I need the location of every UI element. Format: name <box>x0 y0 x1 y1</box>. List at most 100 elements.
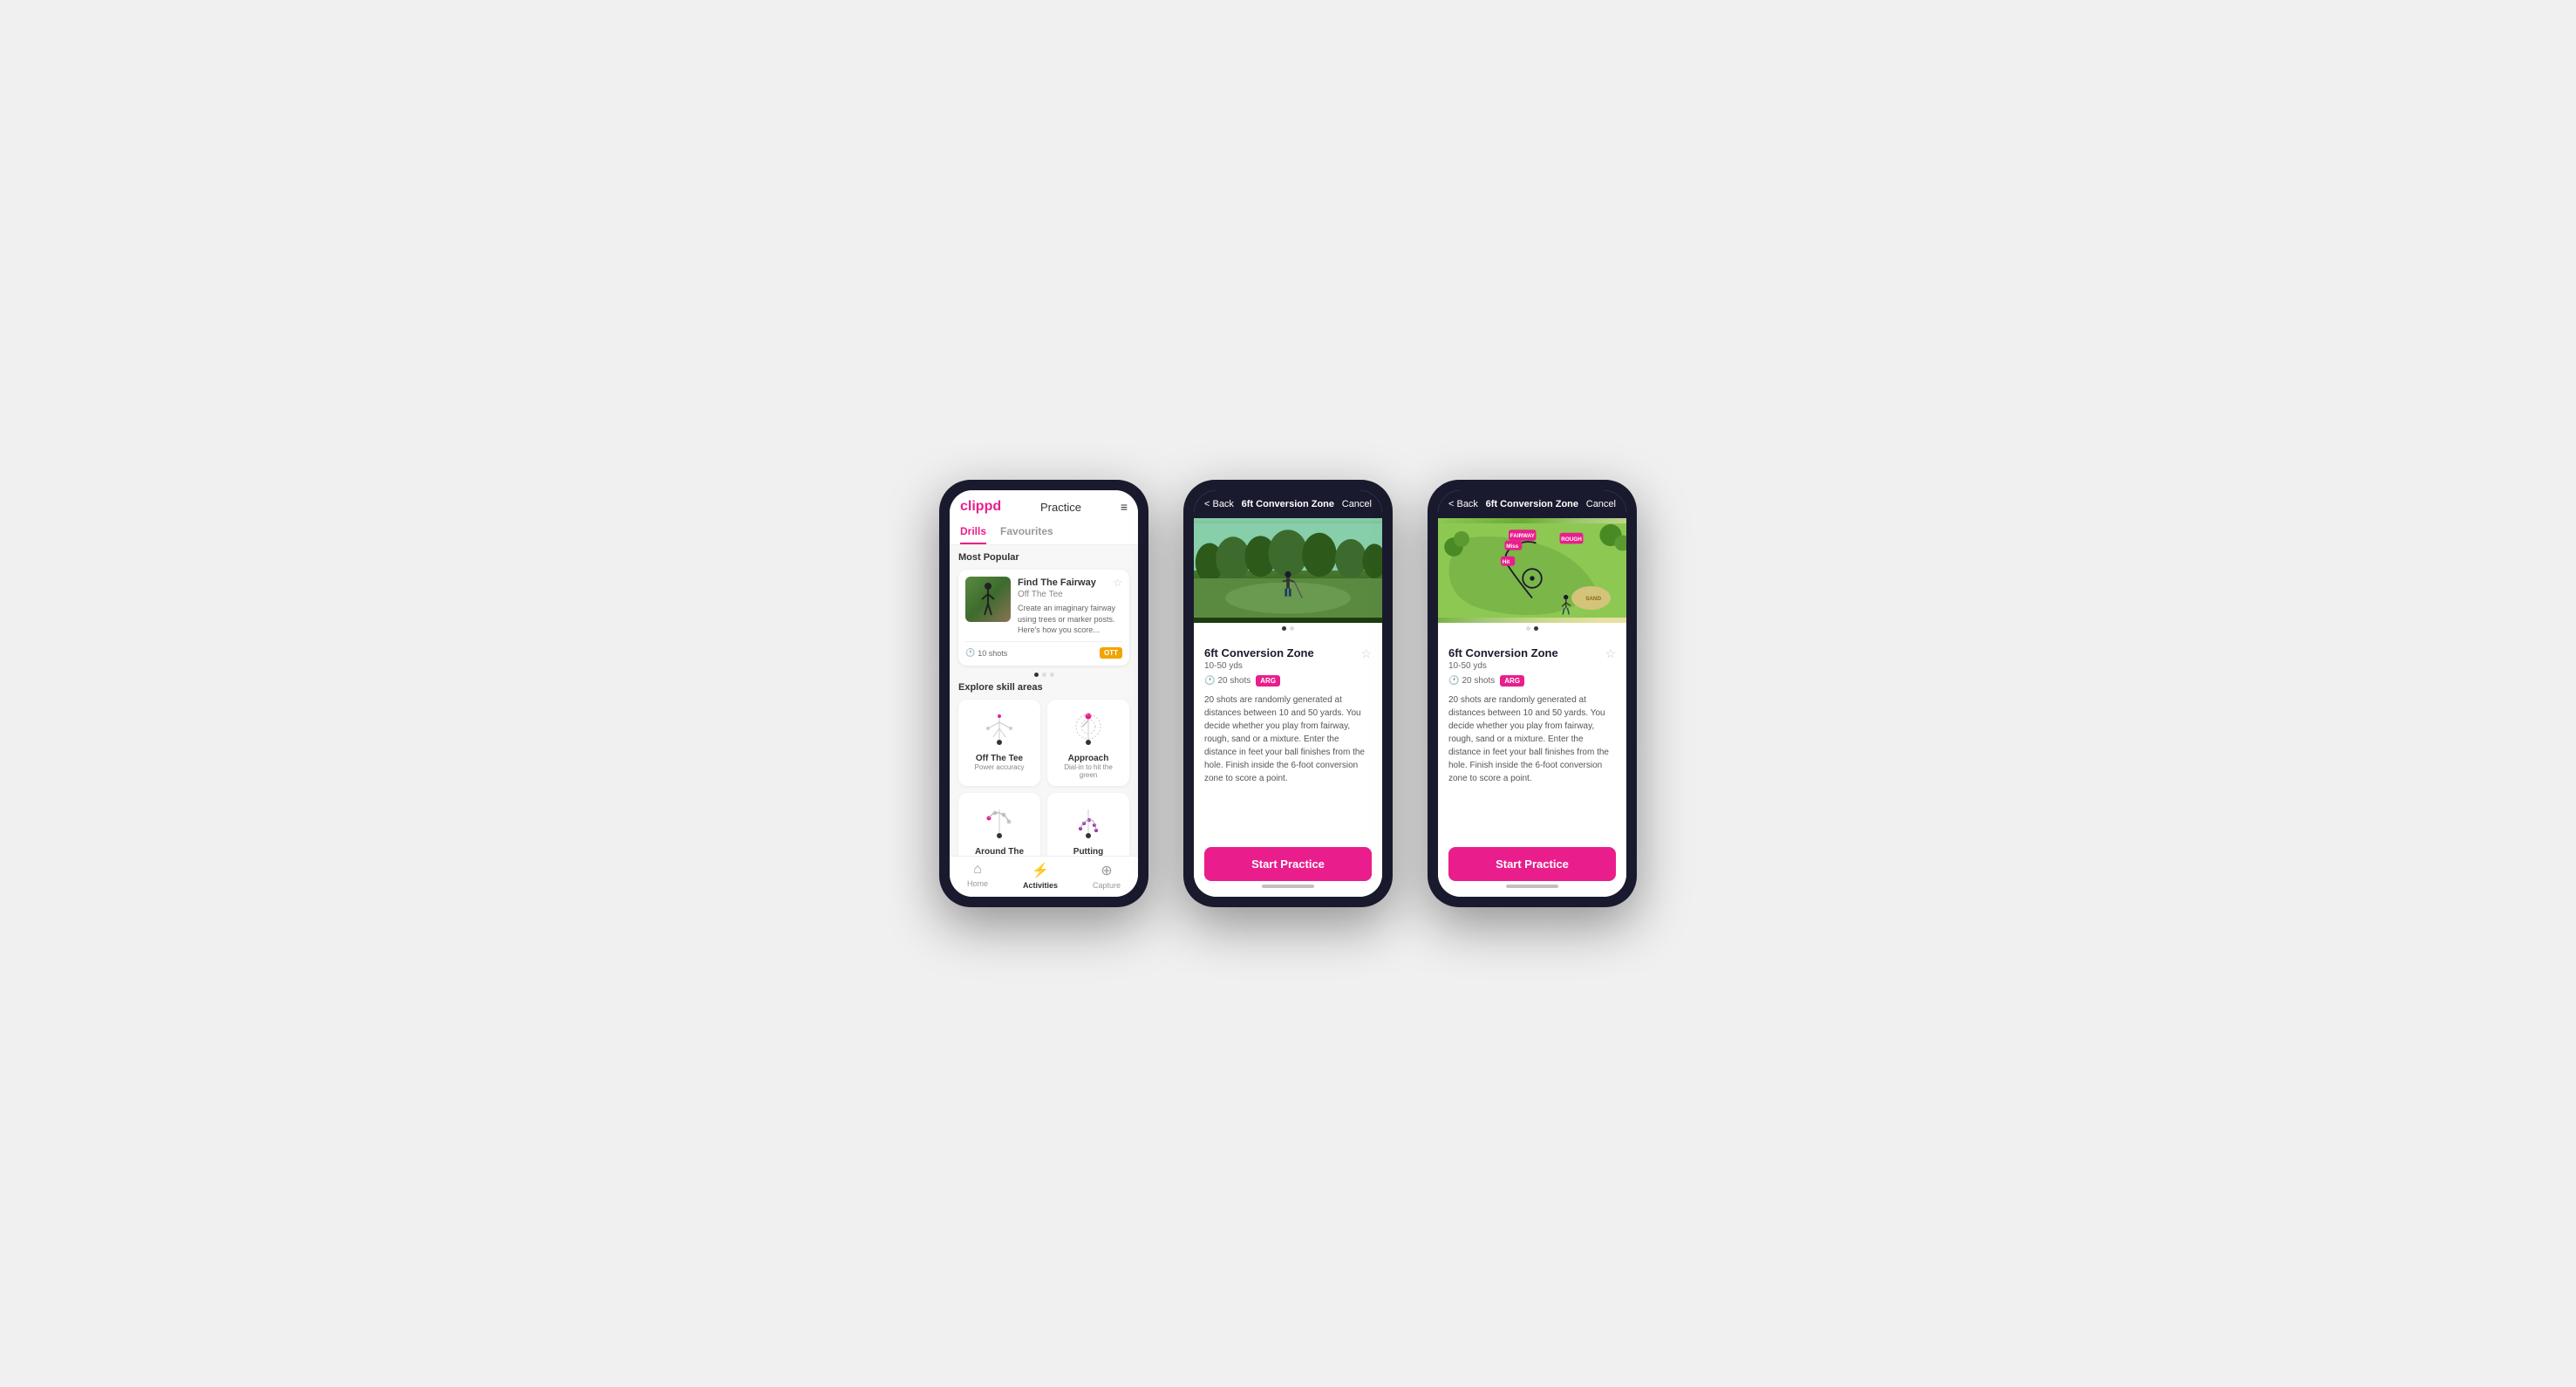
detail-meta-3: 🕐 20 shots ARG <box>1448 675 1616 687</box>
nav-activities[interactable]: ⚡ Activities <box>1023 862 1058 890</box>
golf-course-scene <box>1194 518 1382 623</box>
tabs-row: Drills Favourites <box>960 522 1128 544</box>
putting-icon-area <box>1062 800 1114 844</box>
hamburger-icon[interactable]: ≡ <box>1121 500 1128 514</box>
svg-text:ROUGH: ROUGH <box>1561 536 1582 543</box>
phone-2: < Back 6ft Conversion Zone Cancel <box>1183 480 1393 907</box>
nav-capture[interactable]: ⊕ Capture <box>1093 862 1121 890</box>
detail-desc-2: 20 shots are randomly generated at dista… <box>1204 694 1372 785</box>
golfer-thumb-icon <box>978 582 998 617</box>
skill-card-atg[interactable]: Around The Green Hone your short game <box>958 793 1040 856</box>
phone1-body: Most Popular <box>950 545 1138 856</box>
phone3-body: 6ft Conversion Zone ☆ 10-50 yds 🕐 20 sho… <box>1438 638 1626 840</box>
home-indicator-2 <box>1262 885 1314 888</box>
detail-fav-icon-2[interactable]: ☆ <box>1360 646 1372 661</box>
most-popular-title: Most Popular <box>958 552 1129 563</box>
clock-icon-3: 🕐 <box>1448 676 1459 686</box>
phone-1: clippd Practice ≡ Drills Favourites Most… <box>939 480 1148 907</box>
arg-badge-2: ARG <box>1256 675 1280 687</box>
detail-dots-2 <box>1194 623 1382 632</box>
drill-card-inner: Find The Fairway Off The Tee ☆ Create an… <box>965 577 1122 636</box>
approach-skill-icon <box>1065 709 1113 748</box>
explore-title: Explore skill areas <box>958 682 1129 693</box>
activities-icon: ⚡ <box>1032 862 1049 879</box>
detail-shots-3: 🕐 20 shots <box>1448 676 1495 686</box>
ott-skill-name: Off The Tee <box>976 754 1023 763</box>
cancel-button-3[interactable]: Cancel <box>1586 499 1616 509</box>
logo: clippd <box>960 499 1001 515</box>
phone2-body: 6ft Conversion Zone ☆ 10-50 yds 🕐 20 sho… <box>1194 638 1382 840</box>
svg-text:FAIRWAY: FAIRWAY <box>1510 533 1536 539</box>
ott-badge: OTT <box>1100 647 1122 659</box>
phone-1-inner: clippd Practice ≡ Drills Favourites Most… <box>950 490 1138 897</box>
back-button-3[interactable]: < Back <box>1448 499 1478 509</box>
detail-title-3: 6ft Conversion Zone <box>1478 499 1586 509</box>
drill-desc: Create an imaginary fairway using trees … <box>1018 603 1122 636</box>
dot-1 <box>1034 673 1039 677</box>
back-button-2[interactable]: < Back <box>1204 499 1234 509</box>
start-practice-button-3[interactable]: Start Practice <box>1448 847 1616 881</box>
detail-dot-3-2 <box>1534 626 1538 631</box>
putting-skill-name: Putting <box>1073 847 1103 856</box>
approach-icon-area <box>1062 707 1114 750</box>
ott-skill-desc: Power accuracy <box>975 763 1025 771</box>
golf-map-scene: SAND FAIRWAY ROUGH <box>1438 518 1626 623</box>
drill-meta: 🕐 10 shots OTT <box>965 641 1122 659</box>
tab-drills[interactable]: Drills <box>960 522 986 544</box>
clock-icon-2: 🕐 <box>1204 676 1215 686</box>
detail-dot-1 <box>1282 626 1286 631</box>
dot-2 <box>1042 673 1046 677</box>
drill-thumb-bg <box>965 577 1011 622</box>
svg-text:Miss: Miss <box>1506 543 1518 550</box>
atg-skill-name: Around The Green <box>965 847 1033 856</box>
phones-container: clippd Practice ≡ Drills Favourites Most… <box>939 480 1637 907</box>
phone-2-inner: < Back 6ft Conversion Zone Cancel <box>1194 490 1382 897</box>
detail-dot-2 <box>1290 626 1294 631</box>
approach-skill-desc: Dial-in to hit the green <box>1054 763 1122 779</box>
atg-icon-area <box>973 800 1026 844</box>
svg-text:Hit: Hit <box>1503 559 1510 565</box>
skill-card-putting[interactable]: Putting Make and lag practice <box>1047 793 1129 856</box>
nav-home[interactable]: ⌂ Home <box>967 862 988 890</box>
phone1-header: clippd Practice ≡ Drills Favourites <box>950 490 1138 545</box>
drill-shots: 🕐 10 shots <box>965 648 1007 658</box>
phone3-header: < Back 6ft Conversion Zone Cancel <box>1438 490 1626 518</box>
ott-icon-area <box>973 707 1026 750</box>
arg-badge-3: ARG <box>1500 675 1524 687</box>
atg-skill-icon <box>976 803 1024 842</box>
nav-title: Practice <box>1040 501 1081 514</box>
skill-card-ott[interactable]: Off The Tee Power accuracy <box>958 700 1040 786</box>
bottom-nav: ⌂ Home ⚡ Activities ⊕ Capture <box>950 856 1138 897</box>
drill-info: Find The Fairway Off The Tee ☆ Create an… <box>1018 577 1122 636</box>
skill-grid: Off The Tee Power accuracy <box>958 700 1129 856</box>
phone2-footer: Start Practice <box>1194 840 1382 897</box>
phone3-footer: Start Practice <box>1438 840 1626 897</box>
skill-card-approach[interactable]: Approach Dial-in to hit the green <box>1047 700 1129 786</box>
approach-skill-name: Approach <box>1068 754 1109 763</box>
phone2-header: < Back 6ft Conversion Zone Cancel <box>1194 490 1382 518</box>
featured-drill-card[interactable]: Find The Fairway Off The Tee ☆ Create an… <box>958 570 1129 666</box>
home-label: Home <box>967 879 988 888</box>
detail-fav-icon-3[interactable]: ☆ <box>1605 646 1616 661</box>
detail-range-3: 10-50 yds <box>1448 661 1616 671</box>
detail-desc-3: 20 shots are randomly generated at dista… <box>1448 694 1616 785</box>
cancel-button-2[interactable]: Cancel <box>1342 499 1372 509</box>
favourite-icon[interactable]: ☆ <box>1113 577 1122 589</box>
drill-thumbnail <box>965 577 1011 622</box>
start-practice-button-2[interactable]: Start Practice <box>1204 847 1372 881</box>
capture-icon: ⊕ <box>1101 862 1112 879</box>
detail-range-2: 10-50 yds <box>1204 661 1372 671</box>
svg-text:SAND: SAND <box>1585 596 1601 602</box>
phone-3-inner: < Back 6ft Conversion Zone Cancel SAND <box>1438 490 1626 897</box>
drill-name: Find The Fairway <box>1018 577 1096 589</box>
detail-dots-3 <box>1438 623 1626 632</box>
dot-3 <box>1050 673 1054 677</box>
home-icon: ⌂ <box>973 862 982 878</box>
ott-skill-icon <box>976 709 1024 748</box>
tab-favourites[interactable]: Favourites <box>1000 522 1053 544</box>
detail-meta-2: 🕐 20 shots ARG <box>1204 675 1372 687</box>
clock-icon: 🕐 <box>965 648 975 658</box>
golf-map-bg: SAND FAIRWAY ROUGH <box>1438 518 1626 623</box>
detail-drill-name-2: 6ft Conversion Zone <box>1204 646 1314 659</box>
capture-label: Capture <box>1093 881 1121 890</box>
